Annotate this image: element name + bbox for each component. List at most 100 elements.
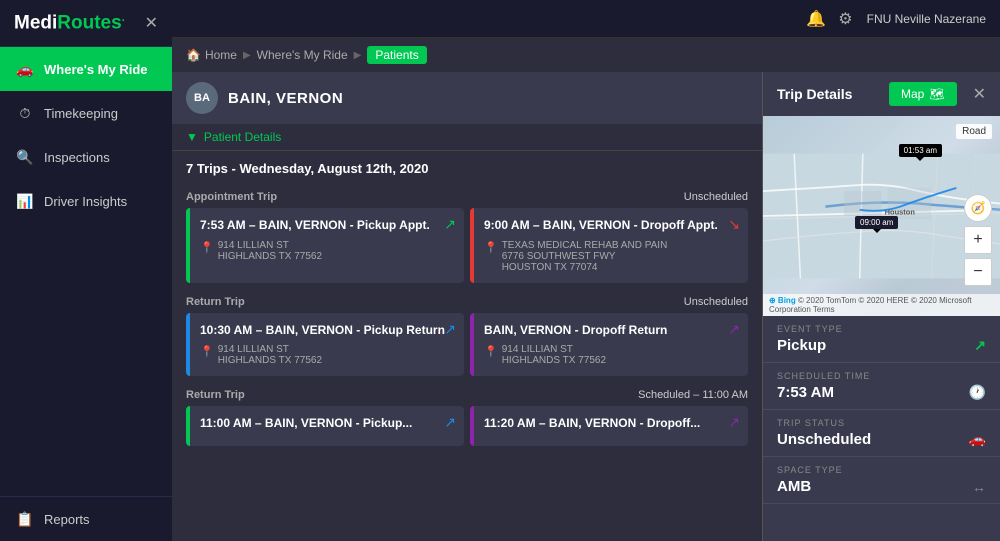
trip-card-pickup-return[interactable]: 10:30 AM – BAIN, VERNON - Pickup Return … — [186, 313, 464, 377]
sidebar-item-label: Inspections — [44, 150, 110, 165]
trip-group-header: Appointment Trip Unscheduled — [186, 186, 748, 208]
arrow-icon: ↗ — [444, 216, 456, 233]
patient-details-toggle[interactable]: ▼ Patient Details — [172, 124, 762, 151]
trip-group-return-1: Return Trip Unscheduled 10:30 AM – BAIN,… — [186, 291, 748, 377]
trip-card-pickup-sched[interactable]: 11:00 AM – BAIN, VERNON - Pickup... ↗ — [186, 406, 464, 446]
trip-group-header: Return Trip Scheduled – 11:00 AM — [186, 384, 748, 406]
trip-details-actions: Map 🗺 ✕ — [889, 82, 986, 106]
trip-details-header: Trip Details Map 🗺 ✕ — [763, 72, 1000, 116]
sidebar-item-reports[interactable]: 📋 Reports — [0, 497, 172, 541]
arrow-icon: ↗ — [728, 321, 740, 338]
sidebar-item-label: Where's My Ride — [44, 62, 148, 77]
map-pin-1: 01:53 am — [899, 144, 942, 157]
zoom-in-button[interactable]: + — [964, 226, 992, 254]
trip-card-dropoff-return[interactable]: BAIN, VERNON - Dropoff Return ↗ 📍 914 LI… — [470, 313, 748, 377]
detail-field-space-type: SPACE TYPE AMB ↔ — [763, 457, 1000, 504]
arrow-external-icon: ↗ — [974, 337, 986, 354]
topbar-user: FNU Neville Nazerane — [867, 12, 986, 26]
trip-card-dropoff-sched[interactable]: 11:20 AM – BAIN, VERNON - Dropoff... ↗ — [470, 406, 748, 446]
trip-group-status: Scheduled – 11:00 AM — [638, 389, 748, 401]
sidebar-item-wheres-my-ride[interactable]: 🚗 Where's My Ride — [0, 47, 172, 91]
breadcrumb-home[interactable]: 🏠 Home — [186, 48, 237, 62]
map-background: Houston 01:53 am 09:00 am Road 🧭 + − ⊕ B — [763, 116, 1000, 316]
topbar-icons: 🔔 ⚙ — [806, 9, 852, 29]
gear-icon[interactable]: ⚙ — [838, 9, 852, 29]
trip-cards: 11:00 AM – BAIN, VERNON - Pickup... ↗ 11… — [186, 406, 748, 446]
avatar: BA — [186, 82, 218, 114]
trip-group-label: Return Trip — [186, 296, 245, 308]
trip-card-time: 11:20 AM – BAIN, VERNON - Dropoff... — [484, 416, 738, 432]
map-pin-2: 09:00 am — [855, 216, 898, 229]
sidebar-item-driver-insights[interactable]: 📊 Driver Insights — [0, 179, 172, 223]
trip-group-status: Unscheduled — [684, 296, 748, 308]
trip-cards: 7:53 AM – BAIN, VERNON - Pickup Appt. ↗ … — [186, 208, 748, 283]
map-container: Houston 01:53 am 09:00 am Road 🧭 + − ⊕ B — [763, 116, 1000, 316]
map-button[interactable]: Map 🗺 — [889, 82, 957, 106]
detail-field-event-type: EVENT TYPE Pickup ↗ — [763, 316, 1000, 363]
reports-icon: 📋 — [16, 510, 34, 528]
compass-button[interactable]: 🧭 — [964, 194, 992, 222]
breadcrumb-sep-2: ▶ — [354, 50, 362, 61]
patient-header: BA BAIN, VERNON — [172, 72, 762, 124]
trip-card-dropoff-appt[interactable]: 9:00 AM – BAIN, VERNON - Dropoff Appt. ↘… — [470, 208, 748, 283]
sidebar-item-label: Timekeeping — [44, 106, 118, 121]
trip-cards: 10:30 AM – BAIN, VERNON - Pickup Return … — [186, 313, 748, 377]
trip-card-time: 7:53 AM – BAIN, VERNON - Pickup Appt. — [200, 218, 454, 234]
sidebar-item-inspections[interactable]: 🔍 Inspections — [0, 135, 172, 179]
patient-name: BAIN, VERNON — [228, 90, 343, 107]
trip-card-address: 📍 914 LILLIAN STHIGHLANDS TX 77562 — [484, 344, 738, 366]
breadcrumb-patients[interactable]: Patients — [367, 46, 426, 64]
trip-card-time: 11:00 AM – BAIN, VERNON - Pickup... — [200, 416, 454, 432]
sidebar-item-label: Reports — [44, 512, 90, 527]
bell-icon[interactable]: 🔔 — [806, 9, 826, 29]
close-sidebar-button[interactable]: ✕ — [145, 13, 158, 33]
right-panel: Trip Details Map 🗺 ✕ — [762, 72, 1000, 541]
pin-icon: 📍 — [484, 241, 498, 254]
map-footer: ⊕ Bing © 2020 TomTom © 2020 HERE © 2020 … — [763, 294, 1000, 316]
clock-icon: 🕐 — [969, 384, 986, 401]
detail-field-label: SCHEDULED TIME — [777, 371, 986, 381]
sidebar-item-timekeeping[interactable]: ⏱ Timekeeping — [0, 91, 172, 135]
trip-card-time: 10:30 AM – BAIN, VERNON - Pickup Return — [200, 323, 454, 339]
trip-details-title: Trip Details — [777, 86, 852, 102]
breadcrumb-sep-1: ▶ — [243, 50, 251, 61]
left-panel: BA BAIN, VERNON ▼ Patient Details 7 Trip… — [172, 72, 762, 541]
trip-card-pickup-appt[interactable]: 7:53 AM – BAIN, VERNON - Pickup Appt. ↗ … — [186, 208, 464, 283]
chart-icon: 📊 — [16, 192, 34, 210]
road-label: Road — [956, 124, 992, 139]
main-content: 🔔 ⚙ FNU Neville Nazerane 🏠 Home ▶ Where'… — [172, 0, 1000, 541]
arrow-icon: ↘ — [728, 216, 740, 233]
map-attribution: © 2020 TomTom © 2020 HERE © 2020 Microso… — [769, 296, 972, 314]
arrow-icon: ↗ — [444, 414, 456, 431]
detail-field-value: Pickup ↗ — [777, 337, 986, 354]
logo: MediRoutes. — [14, 12, 125, 34]
pin-icon: 📍 — [484, 345, 498, 358]
close-panel-button[interactable]: ✕ — [973, 84, 986, 104]
chevron-down-icon: ▼ — [186, 130, 198, 144]
trip-card-time: BAIN, VERNON - Dropoff Return — [484, 323, 738, 339]
zoom-out-button[interactable]: − — [964, 258, 992, 286]
detail-field-value: Unscheduled 🚗 — [777, 431, 986, 448]
topbar: 🔔 ⚙ FNU Neville Nazerane — [172, 0, 1000, 38]
detail-field-value: AMB ↔ — [777, 478, 986, 495]
trip-card-time: 9:00 AM – BAIN, VERNON - Dropoff Appt. — [484, 218, 738, 234]
breadcrumb-wheres-my-ride[interactable]: Where's My Ride — [257, 48, 348, 62]
breadcrumb: 🏠 Home ▶ Where's My Ride ▶ Patients — [172, 38, 1000, 72]
trip-group-header: Return Trip Unscheduled — [186, 291, 748, 313]
trip-group-label: Appointment Trip — [186, 191, 277, 203]
pin-icon: 📍 — [200, 241, 214, 254]
content-area: BA BAIN, VERNON ▼ Patient Details 7 Trip… — [172, 72, 1000, 541]
detail-field-label: EVENT TYPE — [777, 324, 986, 334]
pin-icon: 📍 — [200, 345, 214, 358]
trips-header: 7 Trips - Wednesday, August 12th, 2020 — [172, 151, 762, 186]
detail-field-trip-status: TRIP STATUS Unscheduled 🚗 — [763, 410, 1000, 457]
trip-detail-fields: EVENT TYPE Pickup ↗ SCHEDULED TIME 7:53 … — [763, 316, 1000, 541]
car-icon: 🚗 — [16, 60, 34, 78]
clock-icon: ⏱ — [16, 104, 34, 122]
trip-group-status: Unscheduled — [684, 191, 748, 203]
trips-container: Appointment Trip Unscheduled 7:53 AM – B… — [172, 186, 762, 541]
detail-field-scheduled-time: SCHEDULED TIME 7:53 AM 🕐 — [763, 363, 1000, 410]
map-icon: 🗺 — [929, 87, 944, 101]
arrow-icon: ↗ — [444, 321, 456, 338]
sidebar-bottom: 📋 Reports — [0, 496, 172, 541]
